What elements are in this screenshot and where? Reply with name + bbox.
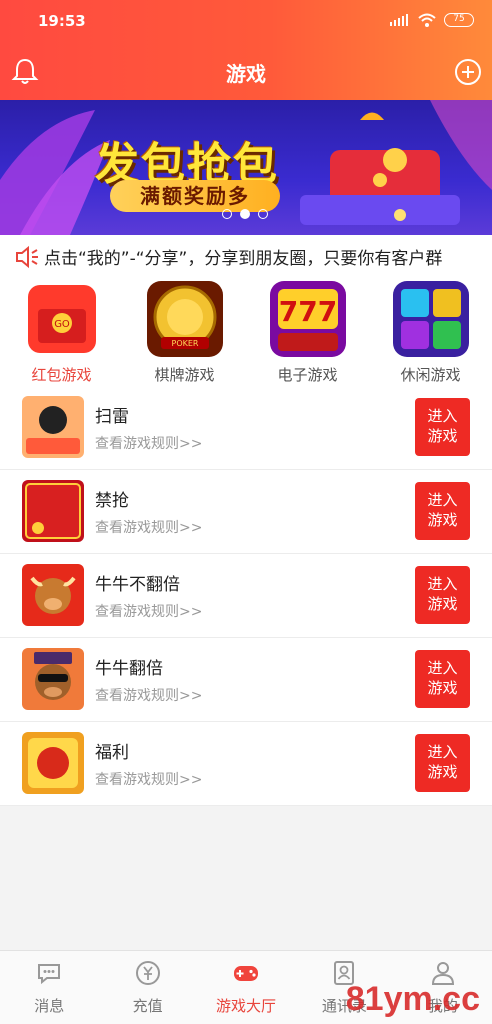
enter-game-button[interactable]: 进入 游戏 <box>415 566 470 624</box>
minesweeper-icon <box>22 396 84 458</box>
poker-chip-icon: POKER <box>147 281 223 357</box>
svg-text:POKER: POKER <box>172 339 199 348</box>
pagination-dot[interactable] <box>222 209 232 219</box>
game-row-niuniu-double[interactable]: 牛牛翻倍 查看游戏规则>> 进入 游戏 <box>0 638 492 722</box>
category-label: 棋牌游戏 <box>154 366 215 384</box>
enter-game-button[interactable]: 进入 游戏 <box>415 398 470 456</box>
gamepad-icon <box>234 966 259 981</box>
tab-label: 游戏大厅 <box>216 997 277 1015</box>
category-red-envelope[interactable]: GO 红包游戏 <box>0 279 123 386</box>
game-name: 牛牛不翻倍 <box>95 575 180 595</box>
game-name: 扫雷 <box>95 407 129 427</box>
bull-icon <box>22 564 84 626</box>
category-label: 电子游戏 <box>277 366 338 384</box>
game-row-no-grab[interactable]: 禁抢 查看游戏规则>> 进入 游戏 <box>0 470 492 554</box>
status-bar: 19:53 75 <box>0 0 492 42</box>
game-row-minesweeper[interactable]: 扫雷 查看游戏规则>> 进入 游戏 <box>0 386 492 470</box>
game-row-niuniu-no-double[interactable]: 牛牛不翻倍 查看游戏规则>> 进入 游戏 <box>0 554 492 638</box>
category-label: 休闲游戏 <box>400 366 461 384</box>
chat-bubble-icon <box>38 964 61 985</box>
battery-indicator: 75 <box>444 13 474 27</box>
game-list: 扫雷 查看游戏规则>> 进入 游戏 禁抢 查看游戏规则>> 进入 游戏 牛牛不翻倍 … <box>0 386 492 806</box>
enter-game-button[interactable]: 进入 游戏 <box>415 482 470 540</box>
watermark: 81ym.cc <box>345 980 480 1018</box>
tab-label: 消息 <box>34 997 65 1015</box>
add-icon[interactable] <box>454 58 482 86</box>
banner-subtitle: 满额奖励多 <box>110 180 280 212</box>
game-name: 禁抢 <box>95 491 129 511</box>
slot-777-icon: 777 <box>270 281 346 357</box>
category-label: 红包游戏 <box>31 366 92 384</box>
status-icons: 75 <box>390 13 474 27</box>
fortune-icon <box>22 732 84 794</box>
app-header: 19:53 75 游戏 <box>0 0 492 100</box>
speaker-icon <box>16 245 38 269</box>
banner-pagination <box>222 209 268 219</box>
game-rules-link[interactable]: 查看游戏规则>> <box>95 601 202 621</box>
signal-icon <box>390 14 408 26</box>
notice-bar: 点击“我的”-“分享”，分享到朋友圈，只要你有客户群 <box>0 235 492 279</box>
svg-text:GO: GO <box>54 319 70 330</box>
category-casual[interactable]: 休闲游戏 <box>369 279 492 386</box>
svg-text:777: 777 <box>279 295 337 328</box>
game-name: 牛牛翻倍 <box>95 659 163 679</box>
tab-label: 充值 <box>132 997 163 1015</box>
yuan-coin-icon <box>135 961 160 985</box>
game-name: 福利 <box>95 743 129 763</box>
game-rules-link[interactable]: 查看游戏规则>> <box>95 433 202 453</box>
no-grab-icon <box>22 480 84 542</box>
gem-puzzle-icon <box>393 281 469 357</box>
notice-text: 点击“我的”-“分享”，分享到朋友圈，只要你有客户群 <box>44 249 443 269</box>
pagination-dot-active[interactable] <box>240 209 250 219</box>
red-envelope-icon: GO <box>28 285 96 353</box>
page-title: 游戏 <box>226 62 266 86</box>
category-grid: GO 红包游戏 POKER 棋牌游戏 777 电子游戏 休闲游戏 <box>0 279 492 386</box>
tab-recharge[interactable]: 充值 <box>98 951 196 1024</box>
wifi-icon <box>418 13 436 27</box>
game-rules-link[interactable]: 查看游戏规则>> <box>95 769 202 789</box>
status-time: 19:53 <box>38 12 86 30</box>
bull-sunglasses-icon <box>22 648 84 710</box>
game-row-welfare[interactable]: 福利 查看游戏规则>> 进入 游戏 <box>0 722 492 806</box>
category-slots[interactable]: 777 电子游戏 <box>246 279 369 386</box>
category-poker[interactable]: POKER 棋牌游戏 <box>123 279 246 386</box>
enter-game-button[interactable]: 进入 游戏 <box>415 650 470 708</box>
game-rules-link[interactable]: 查看游戏规则>> <box>95 685 202 705</box>
tab-messages[interactable]: 消息 <box>0 951 98 1024</box>
game-rules-link[interactable]: 查看游戏规则>> <box>95 517 202 537</box>
tab-game-hall[interactable]: 游戏大厅 <box>197 951 295 1024</box>
pagination-dot[interactable] <box>258 209 268 219</box>
enter-game-button[interactable]: 进入 游戏 <box>415 734 470 792</box>
